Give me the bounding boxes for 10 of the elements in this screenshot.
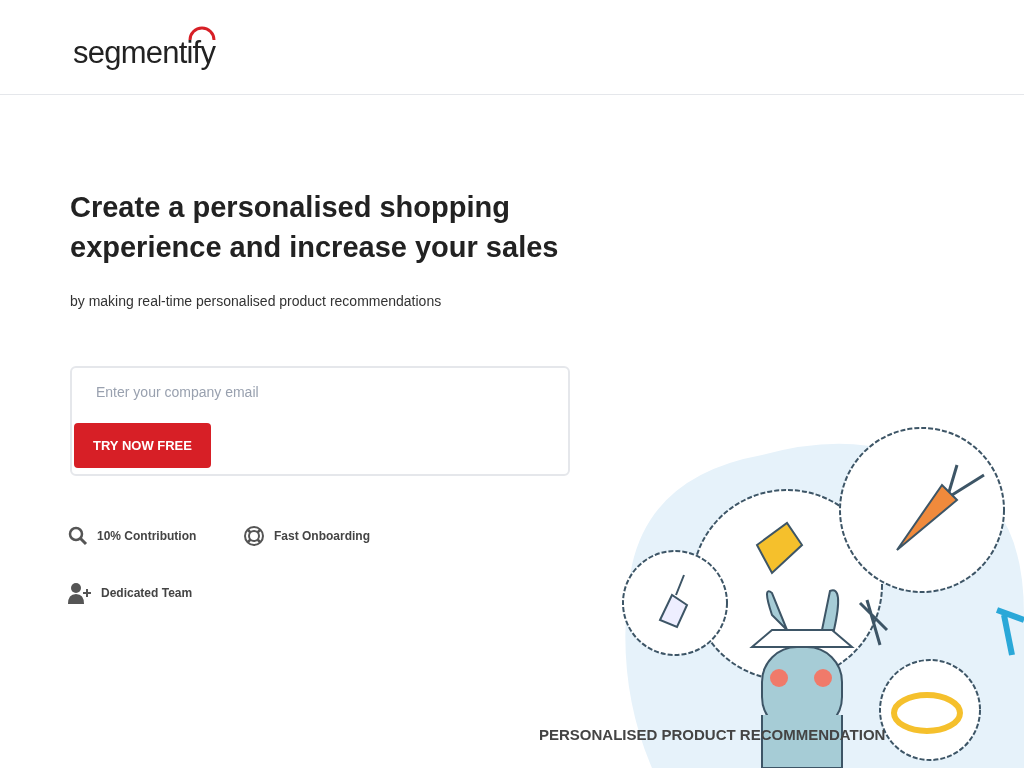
hero-subtitle: by making real-time personalised product recommendations — [70, 292, 443, 311]
try-now-button[interactable]: TRY NOW FREE — [74, 423, 211, 468]
feature-label: 10% Contribution — [97, 528, 197, 545]
logo[interactable]: segmentify — [73, 22, 218, 72]
hero-title: Create a personalised shopping experience and increase your sales — [70, 190, 560, 265]
add-user-icon — [68, 582, 92, 604]
search-icon — [68, 526, 88, 546]
feature-label: Dedicated Team — [101, 585, 193, 602]
feature-label: Fast Onboarding — [274, 528, 370, 545]
lifebuoy-icon — [243, 525, 265, 547]
